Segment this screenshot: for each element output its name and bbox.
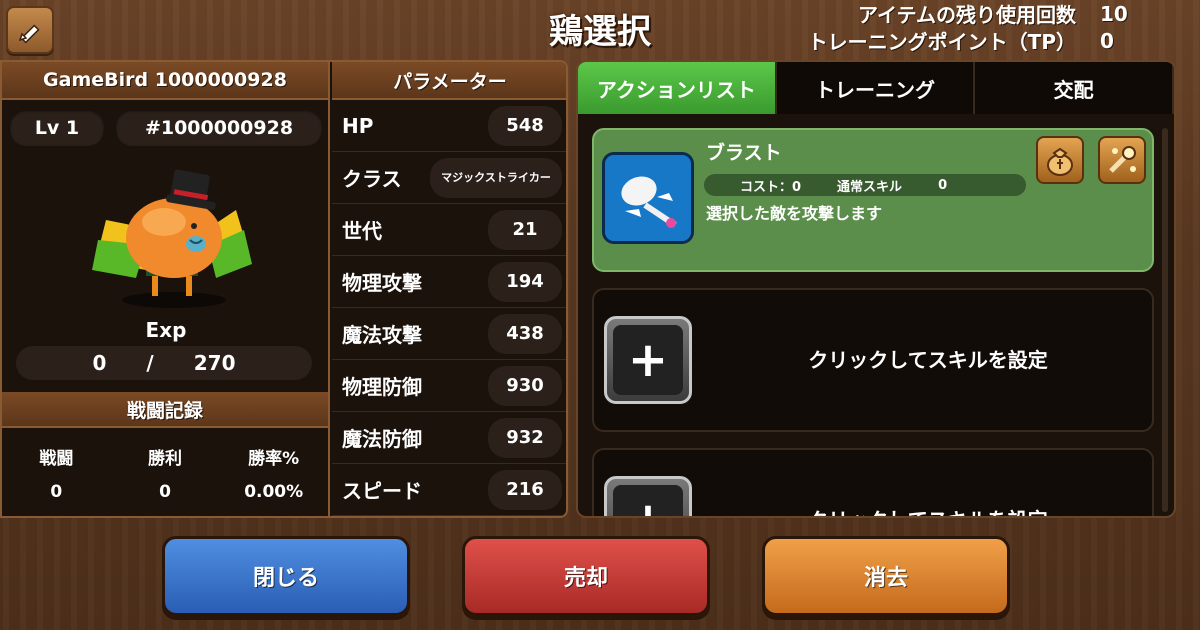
skill-name: ブラスト [706,142,782,164]
skill-meta: コスト：0 通常スキル 0 [704,174,1026,196]
magic-wand-icon [1109,146,1136,173]
battle-value-row: 0 0 0.00% [2,474,328,510]
exp-current: 0 [92,351,107,375]
level-badge: Lv 1 [10,110,104,146]
character-column: GameBird 1000000928 Lv 1 #1000000928 Exp… [2,62,330,516]
skill-swap-button[interactable] [1098,136,1146,184]
add-skill-button[interactable]: + [604,476,692,516]
param-label: クラス [342,167,402,191]
param-row-generation: 世代 21 [332,204,566,256]
battle-value-wins: 0 [159,482,171,502]
param-row-physical-defense: 物理防御 930 [332,360,566,412]
param-label: 魔法防御 [342,427,422,451]
add-skill-label: クリックしてスキルを設定 [704,504,1152,516]
param-value: 930 [488,365,562,406]
add-skill-button[interactable]: + [604,316,692,404]
battle-header-wins: 勝利 [148,448,182,469]
param-value: 216 [488,469,562,510]
skill-list: ブラスト コスト：0 通常スキル 0 選択した敵を攻撃します + クリックしてス… [592,128,1154,516]
exp-label: Exp [145,318,187,342]
battle-value-winrate: 0.00% [244,482,304,502]
battle-header-battles: 戦闘 [39,448,74,469]
param-value: マジックストライカー [430,157,562,198]
tab-training[interactable]: トレーニング [776,62,976,114]
blast-skill-icon [602,152,694,244]
param-label: 魔法攻撃 [342,323,422,347]
battle-record-table: 戦闘 勝利 勝率% 0 0 0.00% [2,438,328,510]
tab-action-list[interactable]: アクションリスト [578,62,777,114]
plus-icon: + [613,485,683,516]
close-button[interactable]: 閉じる [162,536,410,616]
item-uses-label: アイテムの残り使用回数 [858,3,1076,27]
tab-bar: アクションリスト トレーニング 交配 [578,62,1174,114]
battle-value-battles: 0 [50,482,63,502]
skill-list-scrollbar[interactable] [1162,128,1168,512]
param-row-hp: HP 548 [332,100,566,152]
parameter-column: パラメーター HP 548 クラス マジックストライカー 世代 21 物理攻撃 … [332,62,566,516]
param-row-class: クラス マジックストライカー [332,152,566,204]
money-bag-icon [1047,147,1073,176]
param-value: 932 [488,417,562,458]
param-row-magic-defense: 魔法防御 932 [332,412,566,464]
param-value: 438 [488,313,562,354]
battle-header-row: 戦闘 勝利 勝率% [2,438,328,474]
action-panel: アクションリスト トレーニング 交配 ブラスト コスト：0 通常スキル 0 選択… [576,60,1176,518]
exp-bar: 0 / 270 [16,346,312,380]
empty-skill-slot[interactable]: + クリックしてスキルを設定 [592,448,1154,516]
param-label: 物理攻撃 [342,271,422,295]
header-info: アイテムの残り使用回数 10 トレーニングポイント（TP） 0 [807,0,1140,55]
bird-id-badge: #1000000928 [116,110,322,146]
battle-header-winrate: 勝率% [248,448,300,469]
battle-record-title: 戦闘記録 [2,392,328,428]
skill-cost: コスト：0 [740,179,802,195]
bird-info-panel: GameBird 1000000928 Lv 1 #1000000928 Exp… [0,60,568,518]
tab-breeding[interactable]: 交配 [975,62,1174,114]
exp-max: 270 [193,351,236,375]
param-value: 548 [488,105,562,146]
skill-description: 選択した敵を攻撃します [706,204,883,223]
skill-type-value: 0 [938,177,948,193]
param-row-physical-attack: 物理攻撃 194 [332,256,566,308]
param-label: 物理防御 [342,375,422,399]
plus-icon: + [613,325,683,395]
param-row-magic-attack: 魔法攻撃 438 [332,308,566,360]
bird-character-image [92,169,252,308]
add-skill-label: クリックしてスキルを設定 [808,348,1048,372]
param-row-speed: スピード 216 [332,464,566,516]
exp-separator: / [146,351,154,375]
sell-button[interactable]: 売却 [462,536,710,616]
param-label: 世代 [342,219,382,243]
item-uses-value: 10 [1100,1,1128,26]
tp-value: 0 [1100,28,1114,53]
tp-label: トレーニングポイント（TP） [807,30,1076,54]
bird-name: GameBird 1000000928 [2,62,328,100]
param-value: 21 [488,209,562,250]
empty-skill-slot[interactable]: + クリックしてスキルを設定 [592,288,1154,432]
skill-card-blast[interactable]: ブラスト コスト：0 通常スキル 0 選択した敵を攻撃します [592,128,1154,272]
parameter-title: パラメーター [332,62,566,100]
erase-button[interactable]: 消去 [762,536,1010,616]
param-label: HP [342,113,374,138]
param-value: 194 [488,261,562,302]
bag-button[interactable] [1036,136,1084,184]
skill-type: 通常スキル [837,179,903,195]
param-label: スピード [342,479,422,503]
